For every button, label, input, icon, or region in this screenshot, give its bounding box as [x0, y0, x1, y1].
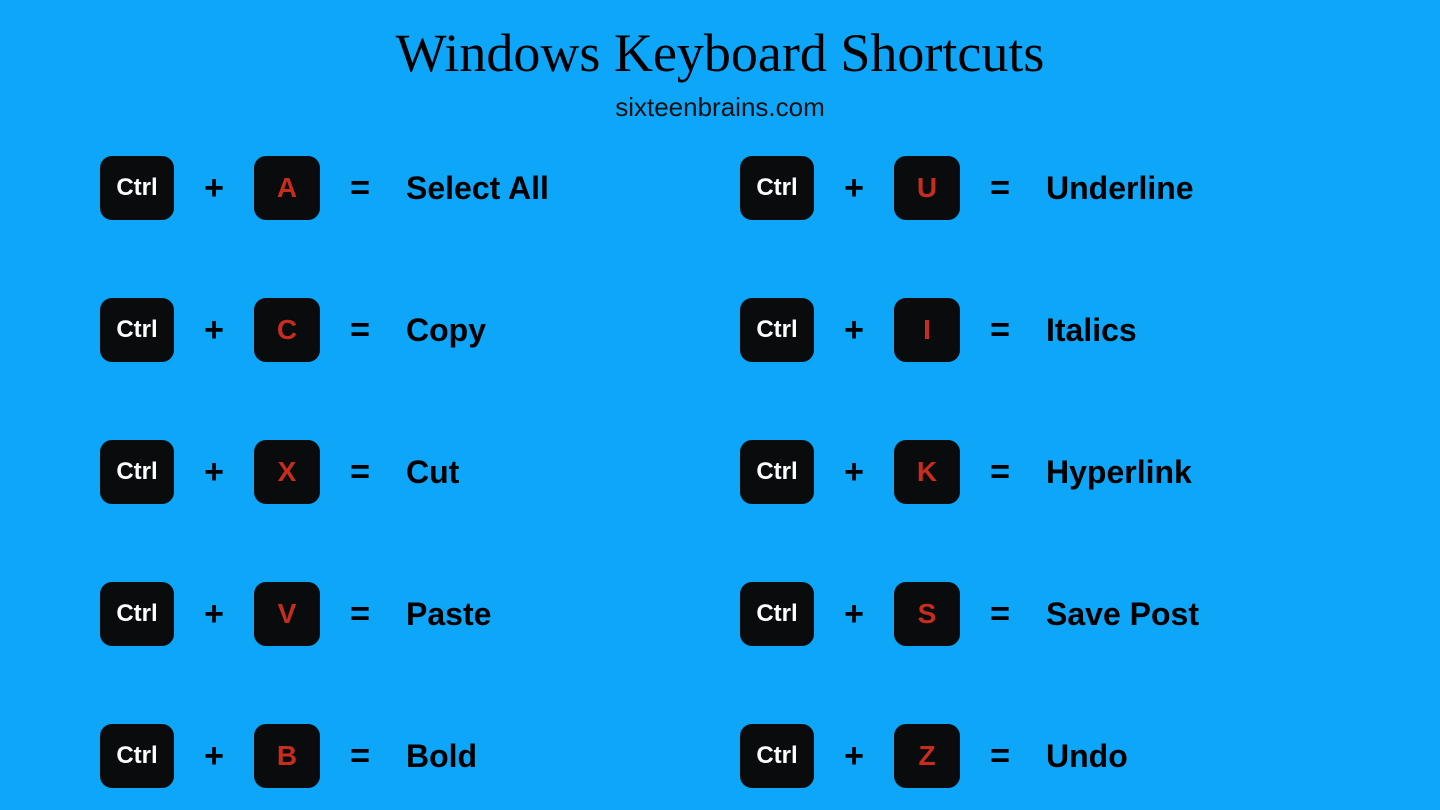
- shortcut-row: Ctrl + Z = Undo: [740, 721, 1340, 791]
- equals-symbol: =: [346, 737, 374, 776]
- letter-key: K: [894, 440, 960, 504]
- plus-symbol: +: [200, 595, 228, 634]
- action-label: Bold: [406, 738, 477, 775]
- letter-key: I: [894, 298, 960, 362]
- shortcut-row: Ctrl + V = Paste: [100, 579, 700, 649]
- action-label: Italics: [1046, 312, 1137, 349]
- shortcut-row: Ctrl + A = Select All: [100, 153, 700, 223]
- equals-symbol: =: [986, 169, 1014, 208]
- ctrl-key: Ctrl: [100, 582, 174, 646]
- ctrl-key: Ctrl: [740, 724, 814, 788]
- shortcut-row: Ctrl + K = Hyperlink: [740, 437, 1340, 507]
- action-label: Save Post: [1046, 596, 1199, 633]
- shortcut-row: Ctrl + B = Bold: [100, 721, 700, 791]
- ctrl-key: Ctrl: [100, 298, 174, 362]
- letter-key: C: [254, 298, 320, 362]
- ctrl-key: Ctrl: [100, 724, 174, 788]
- ctrl-key: Ctrl: [100, 156, 174, 220]
- page-subtitle: sixteenbrains.com: [0, 92, 1440, 123]
- ctrl-key: Ctrl: [740, 298, 814, 362]
- equals-symbol: =: [986, 737, 1014, 776]
- action-label: Copy: [406, 312, 486, 349]
- letter-key: S: [894, 582, 960, 646]
- letter-key: X: [254, 440, 320, 504]
- letter-key: Z: [894, 724, 960, 788]
- shortcut-row: Ctrl + S = Save Post: [740, 579, 1340, 649]
- equals-symbol: =: [986, 595, 1014, 634]
- plus-symbol: +: [200, 453, 228, 492]
- plus-symbol: +: [840, 595, 868, 634]
- ctrl-key: Ctrl: [740, 582, 814, 646]
- plus-symbol: +: [840, 169, 868, 208]
- ctrl-key: Ctrl: [740, 156, 814, 220]
- equals-symbol: =: [346, 169, 374, 208]
- equals-symbol: =: [986, 311, 1014, 350]
- page-title: Windows Keyboard Shortcuts: [0, 0, 1440, 84]
- plus-symbol: +: [840, 737, 868, 776]
- shortcut-grid: Ctrl + A = Select All Ctrl + U = Underli…: [0, 133, 1440, 791]
- letter-key: V: [254, 582, 320, 646]
- equals-symbol: =: [986, 453, 1014, 492]
- shortcut-row: Ctrl + C = Copy: [100, 295, 700, 365]
- ctrl-key: Ctrl: [740, 440, 814, 504]
- plus-symbol: +: [200, 169, 228, 208]
- equals-symbol: =: [346, 311, 374, 350]
- action-label: Cut: [406, 454, 459, 491]
- shortcut-row: Ctrl + X = Cut: [100, 437, 700, 507]
- action-label: Undo: [1046, 738, 1128, 775]
- equals-symbol: =: [346, 453, 374, 492]
- shortcut-row: Ctrl + U = Underline: [740, 153, 1340, 223]
- letter-key: A: [254, 156, 320, 220]
- plus-symbol: +: [200, 737, 228, 776]
- action-label: Paste: [406, 596, 491, 633]
- action-label: Underline: [1046, 170, 1194, 207]
- letter-key: U: [894, 156, 960, 220]
- equals-symbol: =: [346, 595, 374, 634]
- shortcut-row: Ctrl + I = Italics: [740, 295, 1340, 365]
- ctrl-key: Ctrl: [100, 440, 174, 504]
- plus-symbol: +: [840, 311, 868, 350]
- action-label: Hyperlink: [1046, 454, 1192, 491]
- plus-symbol: +: [200, 311, 228, 350]
- action-label: Select All: [406, 170, 549, 207]
- letter-key: B: [254, 724, 320, 788]
- plus-symbol: +: [840, 453, 868, 492]
